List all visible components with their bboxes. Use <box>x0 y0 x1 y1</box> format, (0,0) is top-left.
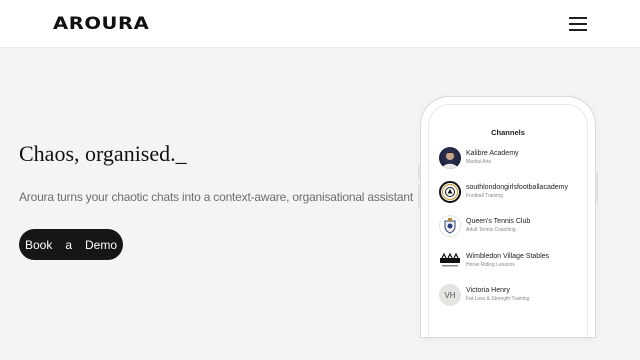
channel-item[interactable]: Kalibre Academy Martial Arts <box>439 146 589 170</box>
channel-name: southlondongirlsfootballacademy <box>466 184 568 191</box>
aroura-logo[interactable]: AROURA <box>53 14 149 34</box>
person-photo-avatar <box>439 147 461 169</box>
phone-mockup: Channels Kalibre Academy Martial Arts so… <box>421 97 595 337</box>
channel-name: Wimbledon Village Stables <box>466 253 550 260</box>
channel-subtitle: Fat Loss & Strength Training <box>466 296 530 302</box>
channel-item[interactable]: VH Victoria Henry Fat Loss & Strength Tr… <box>439 283 589 307</box>
channel-name: Kalibre Academy <box>466 150 519 157</box>
cta-word: Book <box>24 237 53 252</box>
channel-subtitle: Adult Tennis Coaching <box>466 227 516 233</box>
channel-item[interactable]: southlondongirlsfootballacademy Football… <box>439 180 589 204</box>
hamburger-menu-icon[interactable] <box>569 16 587 31</box>
phone-screen: Channels Kalibre Academy Martial Arts so… <box>428 104 588 337</box>
hero-subline: Aroura turns your chaotic chats into a c… <box>19 190 413 204</box>
channel-name: Queen's Tennis Club <box>466 218 531 225</box>
channels-title: Channels <box>491 128 525 137</box>
menu-line <box>569 17 587 19</box>
channel-name: Victoria Henry <box>466 287 510 294</box>
channel-subtitle: Martial Arts <box>466 159 492 165</box>
channel-subtitle: Football Training <box>466 193 503 199</box>
phone-side-button <box>418 185 420 207</box>
hero-headline: Chaos, organised._ <box>19 141 187 166</box>
channel-subtitle: Horse Riding Lessons <box>466 262 515 268</box>
football-crest-avatar <box>439 181 461 203</box>
cta-word: a <box>65 237 73 252</box>
channel-item[interactable]: Queen's Tennis Club Adult Tennis Coachin… <box>439 214 589 238</box>
stables-logo-avatar <box>439 250 461 272</box>
phone-side-button <box>418 165 420 179</box>
top-nav-bar: AROURA <box>0 0 640 48</box>
cta-word: Demo <box>85 237 118 252</box>
menu-line <box>569 29 587 31</box>
tennis-crest-avatar <box>439 215 461 237</box>
phone-power-button <box>596 172 598 202</box>
initials-avatar: VH <box>439 284 461 306</box>
channel-item[interactable]: Wimbledon Village Stables Horse Riding L… <box>439 249 589 273</box>
menu-line <box>569 23 587 25</box>
book-demo-button[interactable]: Book a Demo <box>19 229 123 260</box>
